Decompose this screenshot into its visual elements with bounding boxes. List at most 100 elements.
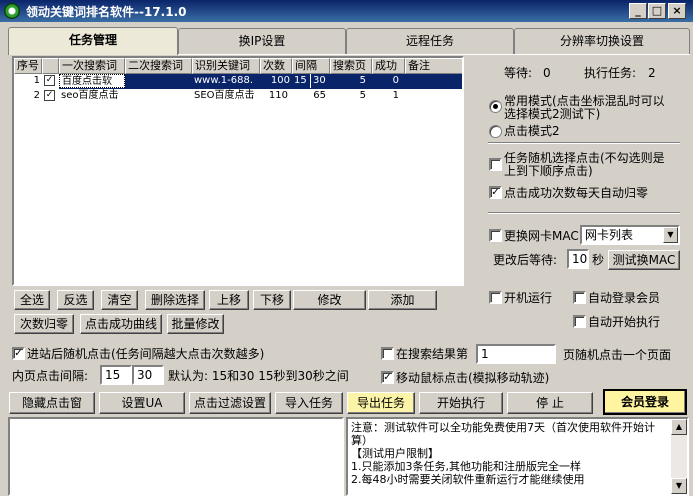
wait-after-unit: 秒: [592, 253, 605, 267]
invert-selection-button[interactable]: 反选: [57, 290, 94, 310]
row1-count[interactable]: 100: [260, 74, 292, 88]
in-results-checkbox[interactable]: [381, 347, 394, 360]
row1-interval-b[interactable]: 30: [311, 74, 330, 88]
row1-page[interactable]: 5: [330, 74, 372, 88]
mode2-label[interactable]: 点击模式2: [504, 124, 560, 138]
title-bar: 领动关键词排名软件--17.1.0 _ □ ×: [0, 0, 693, 22]
mode2-radio[interactable]: [489, 125, 502, 138]
batch-edit-button[interactable]: 批量修改: [167, 314, 224, 334]
auto-reset-label[interactable]: 点击成功次数每天自动归零: [504, 186, 648, 200]
row1-success[interactable]: 0: [372, 74, 405, 88]
scroll-down-icon[interactable]: ▼: [671, 478, 687, 494]
row2-success[interactable]: 1: [372, 89, 405, 103]
in-results-suffix: 页随机点击一个页面: [563, 348, 672, 362]
mac-list-select[interactable]: 网卡列表 ▼: [580, 225, 680, 245]
log-panel[interactable]: [8, 417, 344, 496]
tab-ip-settings[interactable]: 换IP设置: [178, 28, 346, 54]
col-header-kw2[interactable]: 二次搜索词: [125, 58, 192, 74]
row2-kw1[interactable]: seo百度点击: [59, 89, 125, 103]
delete-selected-button[interactable]: 删除选择: [145, 290, 205, 310]
divider: [488, 212, 680, 214]
row2-kw2[interactable]: [125, 89, 192, 103]
move-mouse-label[interactable]: 移动鼠标点击(模拟移动轨迹): [396, 371, 549, 385]
mode1-label[interactable]: 常用模式(点击坐标混乱时可以选择模式2测试下): [504, 95, 674, 121]
random-after-enter-checkbox[interactable]: ✓: [12, 347, 25, 360]
col-header-kw1[interactable]: 一次搜索词: [59, 58, 125, 74]
maximize-button[interactable]: □: [648, 3, 666, 19]
row1-interval-a[interactable]: 15: [292, 74, 311, 88]
boot-run-label[interactable]: 开机运行: [504, 291, 552, 305]
move-down-button[interactable]: 下移: [253, 290, 291, 310]
row2-no: 2: [33, 90, 40, 101]
in-results-label[interactable]: 在搜索结果第: [396, 347, 468, 361]
import-tasks-button[interactable]: 导入任务: [275, 392, 343, 414]
row1-note[interactable]: [405, 74, 462, 88]
row1-kw3[interactable]: www.1-688.: [192, 74, 260, 88]
row2-count[interactable]: 110: [260, 89, 292, 103]
change-mac-label[interactable]: 更换网卡MAC: [504, 229, 579, 243]
start-button[interactable]: 开始执行: [419, 392, 503, 414]
running-label: 执行任务:: [584, 66, 637, 80]
add-button[interactable]: 添加: [368, 290, 437, 310]
row2-interval[interactable]: 65: [292, 89, 330, 103]
tab-remote-tasks[interactable]: 远程任务: [346, 28, 514, 54]
hide-click-window-button[interactable]: 隐藏点击窗: [9, 392, 95, 414]
notice-panel[interactable]: 注意：测试软件可以全功能免费使用7天（首次使用软件开始计算） 【测试用户限制】 …: [346, 417, 689, 496]
inner-interval-a-input[interactable]: 15: [100, 365, 132, 385]
stop-button[interactable]: 停 止: [507, 392, 593, 414]
member-login-button[interactable]: 会员登录: [603, 389, 687, 415]
scroll-up-icon[interactable]: ▲: [671, 419, 687, 435]
reset-count-button[interactable]: 次数归零: [14, 314, 74, 334]
row2-note[interactable]: [405, 89, 462, 103]
col-header-success[interactable]: 成功: [372, 58, 405, 74]
in-results-input[interactable]: 1: [476, 344, 556, 364]
test-mac-button[interactable]: 测试换MAC: [608, 250, 680, 270]
col-header-check[interactable]: [42, 58, 59, 74]
notice-line-4: 2.每48小时需要关闭软件重新运行才能继续使用: [351, 473, 585, 486]
row1-checkbox[interactable]: ✓: [44, 75, 55, 86]
minimize-button[interactable]: _: [629, 3, 647, 19]
row2-checkbox[interactable]: ✓: [44, 90, 55, 101]
col-header-no[interactable]: 序号: [14, 58, 42, 74]
notice-scrollbar[interactable]: ▲ ▼: [671, 419, 687, 494]
window-title: 领动关键词排名软件--17.1.0: [26, 5, 187, 19]
col-header-interval[interactable]: 间隔: [292, 58, 330, 74]
row1-kw1[interactable]: 百度点击软: [59, 74, 125, 88]
close-button[interactable]: ×: [668, 3, 686, 19]
auto-login-checkbox[interactable]: [573, 291, 586, 304]
tab-task-management[interactable]: 任务管理: [8, 27, 178, 55]
change-mac-checkbox[interactable]: [489, 229, 502, 242]
row1-kw2[interactable]: [125, 74, 192, 88]
move-mouse-checkbox[interactable]: ✓: [381, 371, 394, 384]
export-tasks-button[interactable]: 导出任务: [347, 392, 415, 414]
row2-kw3[interactable]: SEO百度点击: [192, 89, 260, 103]
random-after-enter-label[interactable]: 进站后随机点击(任务间隔越大点击次数越多): [27, 347, 264, 361]
success-curve-button[interactable]: 点击成功曲线: [80, 314, 162, 334]
col-header-note[interactable]: 备注: [405, 58, 462, 74]
set-ua-button[interactable]: 设置UA: [99, 392, 185, 414]
wait-after-input[interactable]: 10: [567, 249, 589, 269]
col-header-kw3[interactable]: 识别关键词: [192, 58, 260, 74]
running-count: 2: [648, 66, 656, 80]
select-all-button[interactable]: 全选: [14, 290, 50, 310]
auto-login-label[interactable]: 自动登录会员: [588, 291, 660, 305]
auto-reset-checkbox[interactable]: ✓: [489, 186, 502, 199]
random-click-checkbox[interactable]: [489, 158, 502, 171]
boot-run-checkbox[interactable]: [489, 291, 502, 304]
col-header-page[interactable]: 搜索页: [330, 58, 372, 74]
auto-start-label[interactable]: 自动开始执行: [588, 315, 660, 329]
click-filter-settings-button[interactable]: 点击过滤设置: [189, 392, 271, 414]
inner-interval-b-input[interactable]: 30: [132, 365, 164, 385]
auto-start-checkbox[interactable]: [573, 315, 586, 328]
mode1-radio[interactable]: [489, 100, 502, 113]
chevron-down-icon[interactable]: ▼: [663, 227, 678, 243]
task-table[interactable]: 序号 一次搜索词 二次搜索词 识别关键词 次数 间隔 搜索页 成功 备注 1 ✓…: [12, 56, 464, 286]
row2-page[interactable]: 5: [330, 89, 372, 103]
clear-button[interactable]: 清空: [101, 290, 138, 310]
col-header-count[interactable]: 次数: [260, 58, 292, 74]
waiting-label: 等待:: [504, 66, 533, 80]
tab-resolution-settings[interactable]: 分辨率切换设置: [514, 28, 690, 54]
random-click-label[interactable]: 任务随机选择点击(不勾选则是上到下顺序点击): [504, 152, 674, 178]
edit-button[interactable]: 修改: [293, 290, 366, 310]
move-up-button[interactable]: 上移: [209, 290, 249, 310]
